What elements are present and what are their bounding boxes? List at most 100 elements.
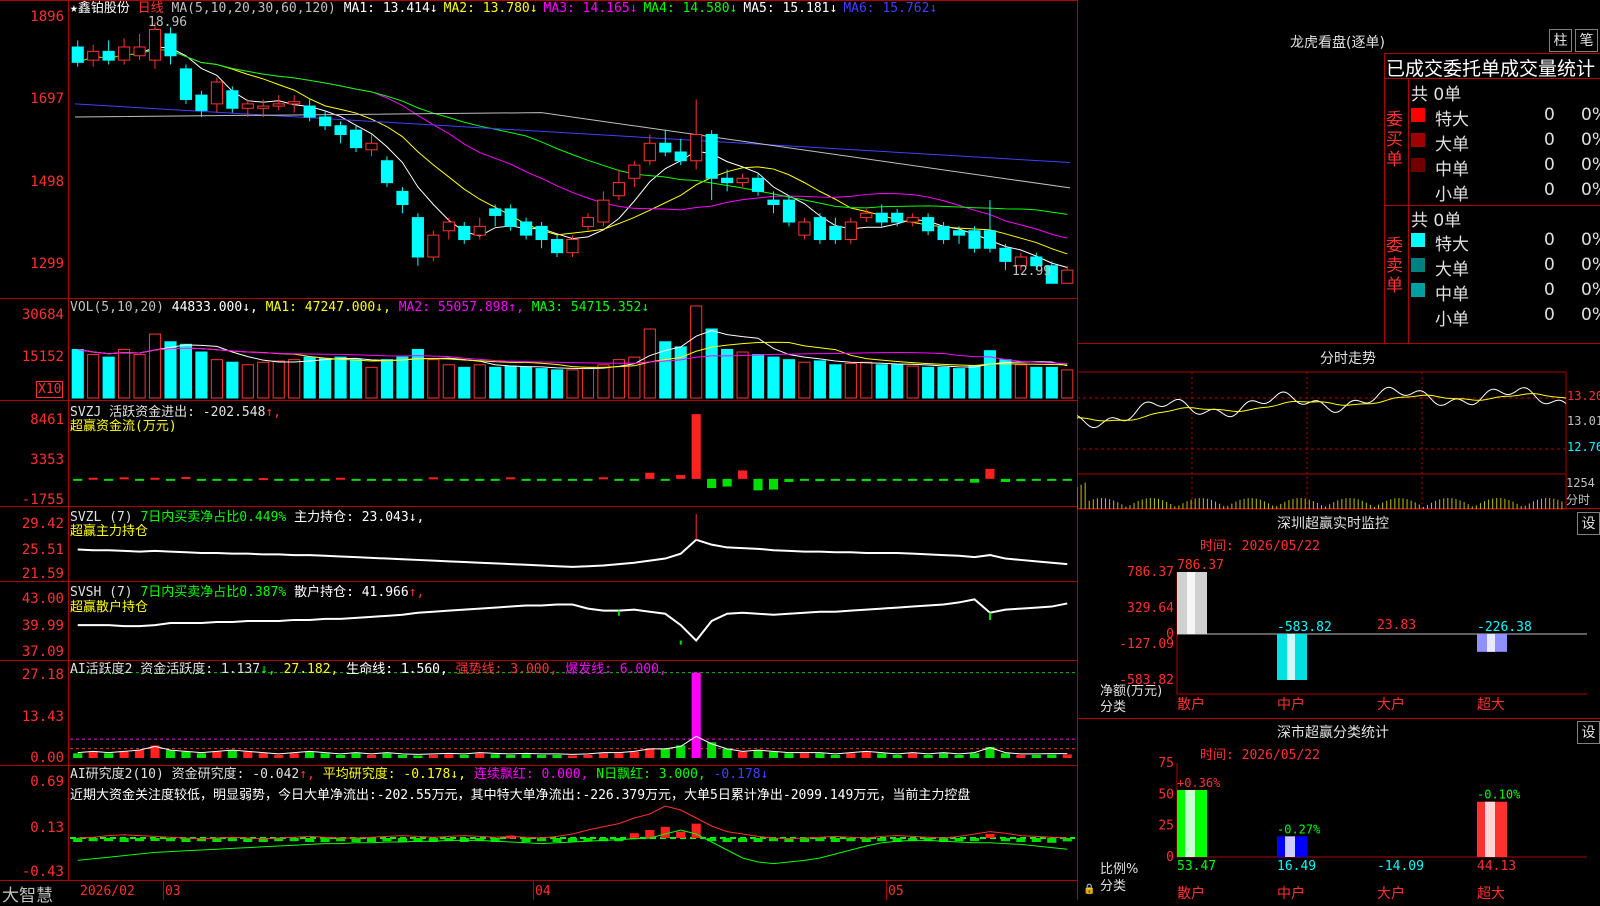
candle <box>241 103 254 109</box>
sc-category-label: 大户 <box>1377 885 1405 900</box>
volume-bar <box>566 369 579 399</box>
x-label: 05 <box>888 884 904 899</box>
research-line <box>77 829 1068 865</box>
ma-value-4: MA4: 14.580↓ <box>643 1 738 16</box>
kline-chart-area[interactable] <box>0 0 1077 900</box>
candle <box>813 217 826 240</box>
activity-bar <box>397 754 407 758</box>
air-average: 平均研究度: -0.178↓, <box>322 767 466 782</box>
sz-y-tick: -127.09 <box>1119 637 1174 652</box>
y-tick: 39.99 <box>21 618 64 634</box>
y-tick: 15152 <box>21 349 64 365</box>
candle <box>860 212 873 219</box>
candle <box>983 230 997 249</box>
volume-bar <box>87 354 100 399</box>
activity-bar <box>583 754 593 758</box>
candle <box>102 50 115 61</box>
volume-bar <box>891 364 904 399</box>
activity-bar <box>165 750 176 758</box>
fund-flow-bar <box>428 477 438 480</box>
activity-bar <box>645 748 655 758</box>
research-bar <box>861 838 871 842</box>
fund-flow-bar <box>135 478 145 481</box>
activity-bar <box>506 754 516 758</box>
svzj-subtitle: 超赢资金流(万元) <box>70 419 177 434</box>
x-label: 04 <box>535 884 551 899</box>
candle <box>999 247 1012 262</box>
ma-value-3: MA3: 14.165↓ <box>543 1 638 16</box>
main-holding-line <box>77 538 1068 568</box>
fund-flow-bar <box>830 478 840 481</box>
fund-flow-bar <box>305 478 315 481</box>
research-bar <box>877 838 887 842</box>
period-label[interactable]: 日线 <box>138 1 164 16</box>
ma-line-5 <box>74 112 1071 189</box>
y-tick: 25.51 <box>21 542 64 558</box>
vol-ma1: MA1: 47247.000↓, <box>265 300 391 315</box>
sz-value-label: -226.38 <box>1477 620 1532 635</box>
fund-flow-bar <box>969 478 980 483</box>
research-bar <box>753 838 763 842</box>
activity-bar <box>1047 754 1057 758</box>
research-bar <box>73 838 83 842</box>
candle <box>705 134 718 179</box>
candle <box>767 199 780 205</box>
volume-bar <box>319 357 332 399</box>
y-tick: 0.69 <box>30 774 64 790</box>
fund-flow-bar <box>336 477 346 480</box>
activity-bar <box>784 753 794 758</box>
candle <box>581 217 595 227</box>
fund-flow-bar <box>738 470 748 479</box>
candle <box>349 129 363 149</box>
sz-y-tick: 329.64 <box>1127 601 1174 616</box>
research-bar <box>1062 838 1072 842</box>
candle <box>87 50 100 61</box>
sc-category-label: 中户 <box>1277 885 1305 900</box>
volume-bar <box>875 364 888 399</box>
activity-bar <box>490 754 500 758</box>
svzl-label: SVZL (7) <box>70 510 133 525</box>
activity-bar <box>969 753 980 758</box>
research-bar <box>1047 838 1057 843</box>
candle <box>922 217 935 232</box>
brand-label: 大智慧 <box>2 886 53 906</box>
candle <box>257 105 270 109</box>
volume-bar <box>148 333 162 399</box>
research-bar <box>722 838 732 842</box>
y-tick: 21.59 <box>21 566 64 582</box>
fund-flow-bar <box>351 478 361 481</box>
activity-bar <box>753 750 763 758</box>
activity-bar <box>815 753 825 758</box>
activity-bar <box>877 753 887 758</box>
sc-value-label: 16.49 <box>1277 859 1316 874</box>
vol-unit-badge[interactable]: X10 <box>36 381 64 398</box>
sc-pct-label: -0.27% <box>1277 822 1321 836</box>
candle <box>535 225 548 240</box>
fund-flow-bar <box>1047 478 1057 481</box>
fund-flow-bar <box>676 475 686 479</box>
research-bar <box>552 838 562 842</box>
activity-bar <box>614 753 624 758</box>
volume-bar <box>829 364 842 399</box>
fund-flow-bar <box>243 478 253 481</box>
activity-bar <box>1000 753 1010 758</box>
fund-flow-bar <box>985 468 995 479</box>
fund-flow-bar <box>923 478 933 481</box>
research-bar <box>738 838 748 842</box>
research-bar <box>676 831 686 838</box>
fund-flow-bar <box>629 478 639 481</box>
research-bar <box>985 834 995 838</box>
activity-bar <box>799 753 809 758</box>
stock-name[interactable]: ★鑫铂股份 <box>70 1 130 16</box>
candle <box>164 33 177 57</box>
activity-bar <box>830 754 840 758</box>
svzl-header: SVZL (7) 7日内买卖净占比0.449% 主力持仓: 23.043↓, <box>70 510 424 525</box>
y-tick: 37.09 <box>21 644 64 660</box>
fund-flow-bar <box>366 478 377 481</box>
activity-bar <box>428 754 438 758</box>
fund-flow-bar <box>1062 478 1072 481</box>
activity-bar <box>227 750 237 758</box>
sc-y-tick: 0 <box>1166 850 1174 865</box>
candle <box>179 68 193 100</box>
activity-bar <box>274 754 284 758</box>
